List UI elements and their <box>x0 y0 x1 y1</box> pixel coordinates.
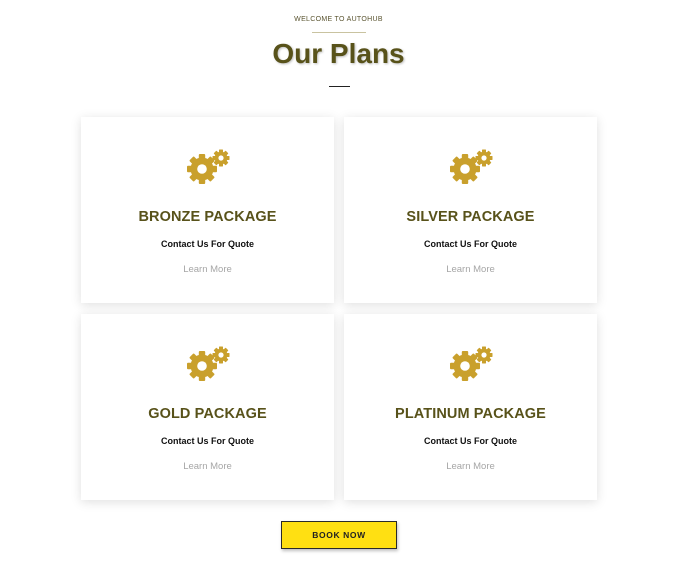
plan-name: BRONZE PACKAGE <box>138 209 277 225</box>
book-now-button[interactable]: BOOK NOW <box>281 521 397 549</box>
plan-card-gold: GOLD PACKAGE Contact Us For Quote Learn … <box>81 314 334 500</box>
learn-more-link[interactable]: Learn More <box>81 461 334 472</box>
plan-quote: Contact Us For Quote <box>423 436 517 446</box>
plan-name: GOLD PACKAGE <box>148 406 267 422</box>
plan-quote: Contact Us For Quote <box>160 239 254 249</box>
plan-name: PLATINUM PACKAGE <box>395 406 546 422</box>
learn-more-link[interactable]: Learn More <box>81 264 334 275</box>
plan-quote: Contact Us For Quote <box>423 239 517 249</box>
eyebrow-text: WELCOME TO AUTOHUB <box>294 16 383 23</box>
learn-more-link[interactable]: Learn More <box>344 461 597 472</box>
learn-more-link[interactable]: Learn More <box>344 264 597 275</box>
plan-quote: Contact Us For Quote <box>160 436 254 446</box>
gears-icon <box>185 149 231 185</box>
gears-icon <box>448 149 494 185</box>
plan-card-platinum: PLATINUM PACKAGE Contact Us For Quote Le… <box>344 314 597 500</box>
plan-name: SILVER PACKAGE <box>406 209 535 225</box>
gears-icon <box>448 346 494 382</box>
eyebrow-divider <box>312 32 366 33</box>
page-title: Our Plans <box>272 38 405 69</box>
title-underline <box>329 86 350 87</box>
plan-card-bronze: BRONZE PACKAGE Contact Us For Quote Lear… <box>81 117 334 303</box>
gears-icon <box>185 346 231 382</box>
plan-card-silver: SILVER PACKAGE Contact Us For Quote Lear… <box>344 117 597 303</box>
